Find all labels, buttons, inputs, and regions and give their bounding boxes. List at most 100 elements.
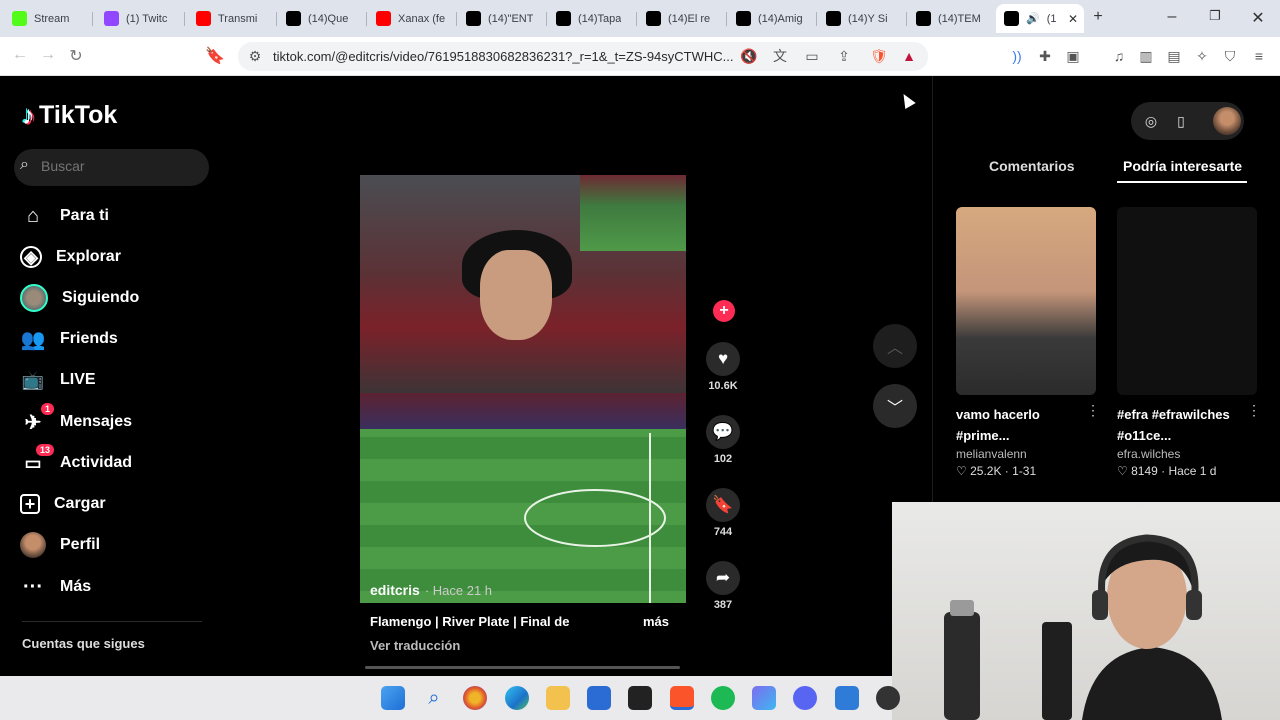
brave-icon[interactable] [670,686,694,710]
tab-podria-interesarte[interactable]: Podría interesarte [1123,158,1242,174]
brave-rewards-icon[interactable]: ▲ [900,47,918,65]
notepad-icon[interactable] [628,686,652,710]
tab-manager-icon[interactable]: ▣ [1064,47,1082,65]
sidebar-item-friends[interactable]: 👥 Friends [20,323,118,355]
search-input[interactable] [41,158,201,174]
video-author[interactable]: editcris · Hace 21 h [370,582,492,598]
next-video-button[interactable]: ﹀ [873,384,917,428]
browser-tab[interactable]: (14)Y Si [818,4,906,33]
forward-icon[interactable]: → [38,46,58,64]
vpn-icon[interactable]: ⛉ [1221,47,1239,65]
browser-tab[interactable]: Stream [4,4,92,33]
firefox-icon[interactable] [463,686,487,710]
see-translation-link[interactable]: Ver traducción [370,638,460,653]
bookmark-icon[interactable]: 🔖 [205,46,225,66]
share-button[interactable]: ➦ 387 [703,561,743,611]
close-tab-icon[interactable]: ✕ [1068,12,1078,26]
discord-icon[interactable] [793,686,817,710]
browser-tab[interactable]: (14)TEM [908,4,996,33]
sidebar-item-cargar[interactable]: + Cargar [20,488,106,520]
browser-tab[interactable]: Transmi [188,4,276,33]
photos-icon[interactable] [835,686,859,710]
tiktok-icon [556,11,571,26]
sidebar-item-para-ti[interactable]: ⌂ Para ti [20,200,109,232]
search-taskbar-icon[interactable]: ⌕ [422,686,446,710]
app-icon[interactable] [752,686,776,710]
store-icon[interactable] [587,686,611,710]
extensions-icon[interactable]: ✚ [1036,47,1054,65]
mute-site-icon[interactable]: 🔇 [740,47,758,65]
browser-tab[interactable]: (14)Tapa [548,4,636,33]
video-person-face [480,250,552,340]
browser-tab[interactable]: (14)Amig [728,4,816,33]
translate-icon[interactable]: 文 [771,47,789,65]
kick-icon [12,11,27,26]
sidebar-item-explorar[interactable]: ◈ Explorar [20,241,121,273]
like-button[interactable]: ♥ 10.6K [703,342,743,392]
phone-icon[interactable]: ▯ [1173,113,1189,130]
sidebar-item-mensajes[interactable]: ✈ 1 Mensajes [20,403,132,438]
edge-icon[interactable] [505,686,529,710]
browser-tab[interactable]: (14)El re [638,4,726,33]
windows-start-icon[interactable] [381,686,405,710]
browser-tab[interactable]: Xanax (fe [368,4,456,33]
minimize-button[interactable]: – [1162,8,1182,26]
sidebar-item-mas[interactable]: ··· Más [20,571,91,603]
leo-icon[interactable]: ✧ [1193,47,1211,65]
share-icon[interactable]: ⇪ [835,47,853,65]
save-button[interactable]: 🔖 744 [703,488,743,538]
previous-video-button[interactable]: ︿ [873,324,917,368]
sidebar-icon[interactable]: ▥ [1137,47,1155,65]
card-title[interactable]: #efra #efrawilches #o11ce... [1117,404,1257,446]
speaker-icon[interactable]: 🔊 [1026,12,1040,25]
video-progress-bar[interactable] [365,666,680,669]
tiktok-logo[interactable]: ♪ TikTok [22,100,117,131]
video-thumbnail[interactable] [956,207,1096,395]
browser-tab[interactable]: (1) Twitc [96,4,184,33]
tab-separator [276,12,277,26]
user-avatar[interactable] [1213,107,1241,135]
follow-plus-button[interactable]: + [713,300,735,322]
leo-ai-icon[interactable]: )) [1008,47,1026,65]
card-title[interactable]: vamo hacerlo #prime... [956,404,1096,446]
close-window-button[interactable]: ✕ [1248,8,1268,28]
reload-icon[interactable]: ↻ [66,46,86,66]
card-username[interactable]: melianvalenn [956,447,1096,461]
sidebar-item-perfil[interactable]: Perfil [20,529,100,561]
video-score-banner [360,393,686,429]
search-icon: ⌕ [20,156,29,173]
cast-icon[interactable]: ▭ [803,47,821,65]
maximize-button[interactable]: ❐ [1205,8,1225,24]
obs-icon[interactable] [876,686,900,710]
spotify-icon[interactable] [711,686,735,710]
suggested-video-card[interactable]: #efra #efrawilches #o11ce... ⋮ efra.wilc… [1117,207,1261,478]
sidebar-item-actividad[interactable]: ▭ 13 Actividad [20,444,132,479]
more-options-icon[interactable]: ⋮ [1247,402,1261,419]
brave-shields-icon[interactable]: 🛡 [870,47,888,65]
menu-icon[interactable]: ≡ [1250,47,1268,65]
new-tab-button[interactable]: + [1088,8,1108,26]
url-text[interactable]: tiktok.com/@editcris/video/7619518830682… [273,49,733,64]
compass-control-icon[interactable]: ◎ [1143,113,1159,130]
video-player[interactable] [360,175,686,603]
tab-comentarios[interactable]: Comentarios [989,158,1075,174]
suggested-video-card[interactable]: vamo hacerlo #prime... ⋮ melianvalenn ♡ … [956,207,1100,478]
caption-more-link[interactable]: más [643,614,669,629]
search-bar[interactable]: ⌕ [14,149,209,186]
url-bar[interactable]: ⚙ tiktok.com/@editcris/video/76195188306… [238,42,928,71]
wallet-icon[interactable]: ▤ [1165,47,1183,65]
browser-tab-active[interactable]: 🔊 (1 ✕ [996,4,1084,33]
more-options-icon[interactable]: ⋮ [1086,402,1100,419]
sidebar-item-siguiendo[interactable]: Siguiendo [20,282,139,314]
sidebar-item-live[interactable]: 📺 LIVE [20,364,96,396]
video-thumbnail[interactable] [1117,207,1257,395]
card-username[interactable]: efra.wilches [1117,447,1257,461]
comment-button[interactable]: 💬 102 [703,415,743,465]
file-explorer-icon[interactable] [546,686,570,710]
media-icon[interactable]: ♫ [1110,47,1128,65]
browser-tab[interactable]: (14)"ENT [458,4,546,33]
browser-tab[interactable]: (14)Que [278,4,366,33]
back-icon[interactable]: ← [10,46,30,64]
site-settings-icon[interactable]: ⚙ [246,47,264,65]
tiktok-icon [916,11,931,26]
